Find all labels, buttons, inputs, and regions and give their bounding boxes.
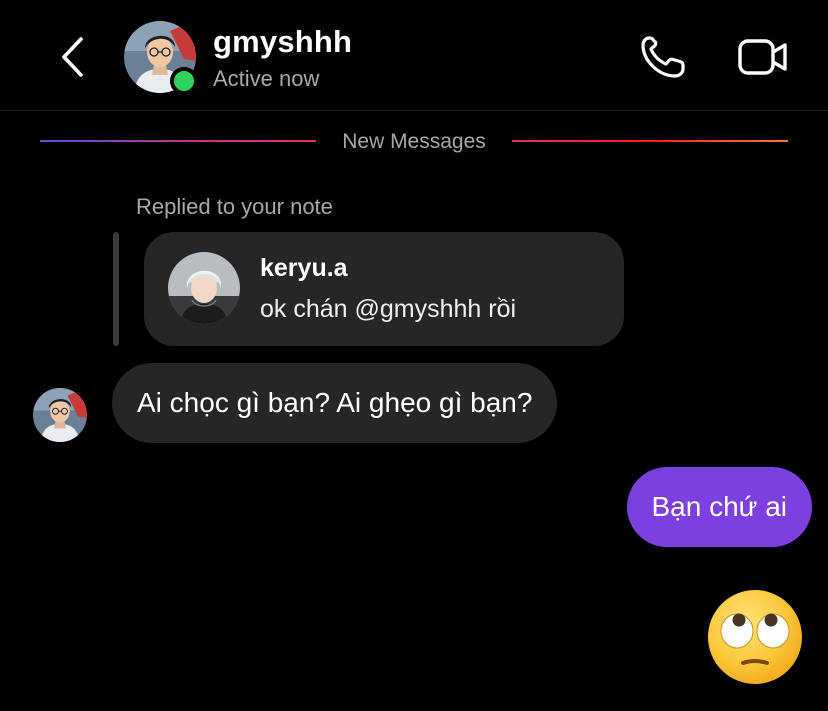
online-status-dot (170, 67, 198, 95)
video-call-button[interactable] (736, 34, 790, 80)
outgoing-message-bubble[interactable]: Bạn chứ ai (626, 467, 812, 547)
audio-call-button[interactable] (638, 34, 690, 80)
contact-avatar-button[interactable] (124, 21, 198, 95)
reply-indicator-bar (113, 232, 119, 346)
chat-header: gmyshhh Active now (0, 0, 828, 111)
chevron-left-icon (62, 37, 83, 77)
divider-line-left (40, 140, 316, 142)
note-author-username: keryu.a (260, 254, 348, 282)
new-messages-divider-label: New Messages (342, 130, 486, 153)
avatar (168, 252, 240, 324)
replied-to-note-label: Replied to your note (136, 194, 333, 219)
divider-line-right (512, 140, 788, 142)
contact-username[interactable]: gmyshhh (213, 24, 352, 60)
note-text: ok chán @gmyshhh rồi (260, 295, 517, 323)
phone-icon (641, 36, 685, 78)
back-button[interactable] (52, 33, 92, 81)
video-camera-icon (738, 39, 787, 75)
note-reply-card[interactable]: keryu.a ok chán @gmyshhh rồi (144, 232, 624, 346)
rolling-eyes-emoji-message[interactable] (706, 588, 804, 686)
sender-avatar[interactable] (33, 388, 87, 442)
incoming-message-bubble[interactable]: Ai chọc gì bạn? Ai ghẹo gì bạn? (112, 363, 558, 443)
contact-status: Active now (213, 66, 320, 91)
face-with-rolling-eyes-icon (708, 590, 802, 684)
